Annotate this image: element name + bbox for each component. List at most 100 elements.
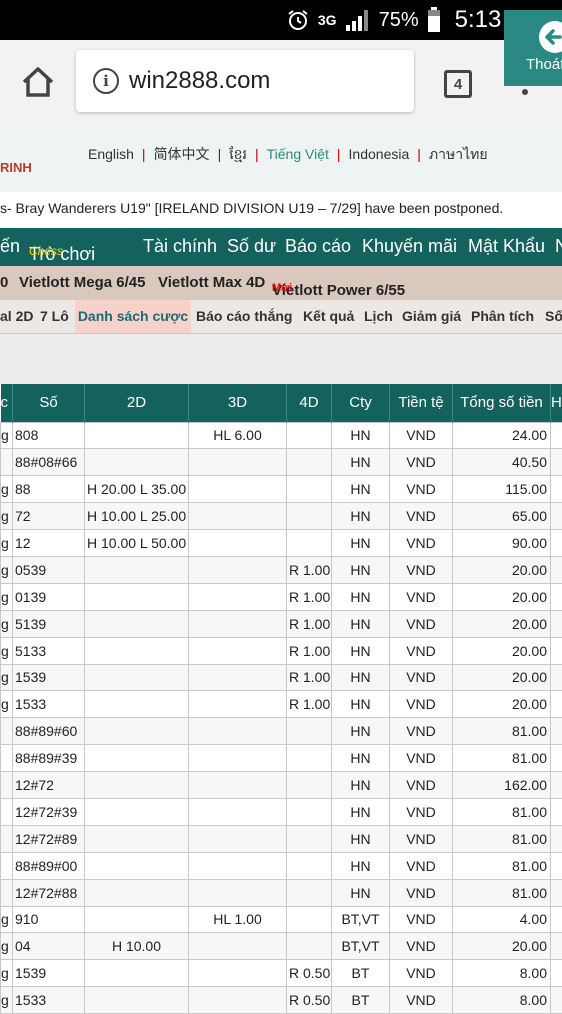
tab-win-report[interactable]: Báo cáo thắng: [196, 308, 292, 324]
cell-company: HN: [332, 583, 390, 610]
cell-3d: [189, 664, 287, 691]
table-row: 88#89#39HNVND81.00: [1, 745, 562, 772]
cell-company: HN: [332, 852, 390, 879]
info-icon[interactable]: i: [93, 68, 119, 94]
cell-4d: [287, 422, 332, 449]
cell-3d: [189, 530, 287, 557]
lang-thai[interactable]: ภาษาไทย: [429, 146, 488, 162]
cell-3d: [189, 583, 287, 610]
cell-3d: HL 6.00: [189, 422, 287, 449]
lang-khmer[interactable]: ខ្មែរ: [229, 146, 247, 162]
cell-currency: VND: [390, 637, 453, 664]
language-selector: English|简体中文|ខ្មែរ|Tiếng Việt|Indonesia|…: [88, 144, 508, 164]
cell-partial-right: [551, 476, 562, 503]
nav-item-finance[interactable]: Tài chính: [143, 236, 217, 257]
tab-7lo[interactable]: 7 Lô: [40, 308, 69, 324]
lang-chinese[interactable]: 简体中文: [154, 146, 210, 162]
cell-currency: VND: [390, 503, 453, 530]
cell-2d: [85, 449, 189, 476]
tab-2d-partial[interactable]: al 2D: [0, 308, 33, 324]
tab-bet-list[interactable]: Danh sách cược: [75, 300, 191, 334]
logout-button[interactable]: Thoát: [504, 10, 562, 86]
cell-company: HN: [332, 610, 390, 637]
tab-discount[interactable]: Giảm giá: [402, 308, 461, 324]
cell-number: 808: [13, 422, 85, 449]
cell-currency: VND: [390, 798, 453, 825]
cell-4d: [287, 503, 332, 530]
tab-partial-right[interactable]: Số: [545, 308, 562, 324]
col-header-total: Tổng số tiền: [453, 384, 551, 422]
cell-total: 20.00: [453, 637, 551, 664]
tab-results[interactable]: Kết quả: [303, 308, 354, 324]
cell-partial-right: [551, 798, 562, 825]
cell-number: 88#89#00: [13, 852, 85, 879]
subnav-item-mega[interactable]: Vietlott Mega 6/45: [19, 274, 145, 291]
nav-item-partial[interactable]: ến: [0, 236, 20, 257]
cell-partial-right: [551, 691, 562, 718]
status-bar: 3G 75% 5:13 PM: [0, 0, 562, 40]
nav-item-password[interactable]: Mật Khẩu: [468, 236, 545, 257]
cell-2d: [85, 664, 189, 691]
cell-number: 1539: [13, 664, 85, 691]
tab-schedule[interactable]: Lịch: [364, 308, 393, 324]
news-ticker: s- Bray Wanderers U19" [IRELAND DIVISION…: [0, 192, 504, 224]
lang-vietnamese[interactable]: Tiếng Việt: [267, 146, 329, 162]
address-bar[interactable]: i win2888.com: [76, 50, 414, 112]
cell-company: BT,VT: [332, 933, 390, 960]
cell-4d: R 1.00: [287, 637, 332, 664]
cell-2d: [85, 637, 189, 664]
cell-3d: [189, 691, 287, 718]
cell-4d: [287, 476, 332, 503]
cell-total: 4.00: [453, 906, 551, 933]
lang-english[interactable]: English: [88, 146, 134, 162]
cell-4d: [287, 825, 332, 852]
cell-3d: [189, 556, 287, 583]
cell-number: 88#89#39: [13, 745, 85, 772]
cell-company: HN: [332, 503, 390, 530]
cell-3d: HL 1.00: [189, 906, 287, 933]
cell-partial: g: [1, 664, 13, 691]
cell-total: 24.00: [453, 422, 551, 449]
cell-4d: [287, 798, 332, 825]
cell-3d: [189, 745, 287, 772]
cell-total: 8.00: [453, 960, 551, 987]
cell-4d: [287, 745, 332, 772]
cell-total: 115.00: [453, 476, 551, 503]
subnav-item-max4d[interactable]: Vietlott Max 4D: [158, 274, 265, 291]
lang-separator: |: [337, 146, 341, 162]
cell-currency: VND: [390, 556, 453, 583]
logout-icon: [538, 20, 562, 54]
col-header-partial: c: [1, 384, 13, 422]
cell-partial: g: [1, 583, 13, 610]
cell-total: 81.00: [453, 852, 551, 879]
table-row: g808HL 6.00HNVND24.00: [1, 422, 562, 449]
cell-currency: VND: [390, 933, 453, 960]
cell-company: HN: [332, 718, 390, 745]
table-row: g5133R 1.00HNVND20.00: [1, 637, 562, 664]
nav-item-partial-right[interactable]: N: [555, 236, 562, 257]
cell-3d: [189, 933, 287, 960]
cell-partial: g: [1, 422, 13, 449]
subnav-item-partial[interactable]: 0: [0, 274, 8, 291]
cell-partial: g: [1, 960, 13, 987]
cell-4d: R 1.00: [287, 664, 332, 691]
lang-indonesia[interactable]: Indonesia: [349, 146, 410, 162]
cell-total: 20.00: [453, 691, 551, 718]
nav-item-balance[interactable]: Số dư: [227, 236, 276, 257]
nav-item-reports[interactable]: Báo cáo: [285, 236, 351, 257]
cell-partial-right: [551, 556, 562, 583]
cell-partial-right: [551, 637, 562, 664]
cell-partial: g: [1, 530, 13, 557]
nav-item-promotions[interactable]: Khuyến mãi: [362, 236, 457, 257]
cell-3d: [189, 503, 287, 530]
tab-switcher-button[interactable]: 4: [444, 70, 472, 98]
cell-2d: [85, 987, 189, 1014]
chess-label: Chess: [29, 244, 63, 258]
tab-analysis[interactable]: Phân tích: [471, 308, 534, 324]
cell-partial: g: [1, 476, 13, 503]
home-button[interactable]: [20, 64, 56, 100]
cell-3d: [189, 718, 287, 745]
cell-2d: [85, 879, 189, 906]
url-text[interactable]: win2888.com: [129, 67, 270, 95]
cell-number: 12#72#88: [13, 879, 85, 906]
